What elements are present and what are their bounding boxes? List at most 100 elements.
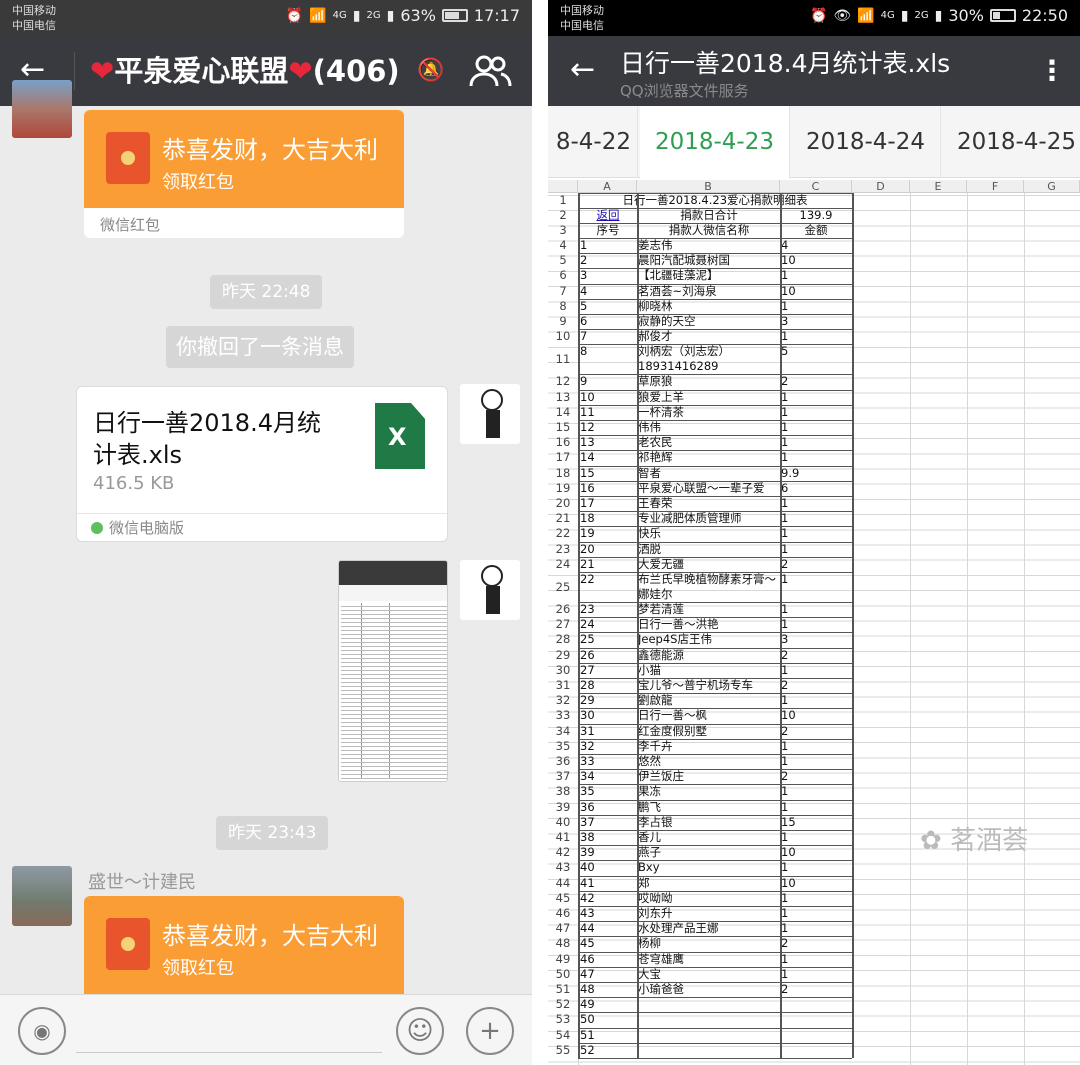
tab-sheet[interactable]: 8-4-22 (548, 106, 638, 178)
avatar[interactable] (12, 80, 72, 138)
row-border (578, 708, 852, 710)
spreadsheet[interactable]: A B C D E F G 日行一善2018.4.23爱心捐款明细表 1 2 返… (548, 180, 1080, 1065)
row-border (578, 936, 852, 938)
tab-sheet-active[interactable]: 2018-4-23 (640, 106, 790, 178)
people-icon[interactable] (468, 54, 512, 88)
row-border (578, 556, 852, 558)
row-border (578, 298, 852, 300)
row-border (578, 1058, 852, 1059)
battery-percent: 63% (400, 6, 436, 25)
row-number: 17 (555, 450, 571, 465)
col-header[interactable]: D (852, 180, 910, 193)
status-right: ⏰ 👁 📶 4G ▮ 2G ▮ 30% 22:50 (810, 6, 1068, 25)
cell-amount: 10 (781, 708, 796, 723)
cell-donor-name: 伊兰饭庄 (638, 769, 684, 784)
eye-icon: 👁 (833, 7, 852, 24)
cell-index: 48 (580, 982, 595, 996)
table-border (780, 193, 782, 1058)
heart-icon: ❤ (90, 54, 115, 88)
return-link[interactable]: 返回 (580, 208, 636, 222)
tab-sheet[interactable]: 2018-4-25 (942, 106, 1080, 178)
avatar[interactable] (460, 560, 520, 620)
table-row: 42 39 燕子 10 (548, 845, 852, 860)
cell-amount: 1 (781, 738, 789, 753)
cell-donor-name: 草原狼 (638, 374, 673, 389)
table-row: 54 51 (548, 1028, 852, 1043)
plus-icon[interactable]: + (466, 1007, 514, 1055)
row-border (578, 875, 852, 877)
row-border (578, 1027, 852, 1029)
row-border (578, 193, 852, 194)
cell-amount: 3 (781, 632, 789, 647)
file-message[interactable]: 日行一善2018.4月统计表.xls 416.5 KB X 微信电脑版 (76, 386, 448, 542)
cell-index: 33 (580, 754, 595, 768)
cell-donor-name: Jeep4S店王伟 (638, 632, 712, 647)
row-number: 19 (555, 480, 571, 495)
cell-donor-name: 香儿 (638, 830, 661, 844)
cell-index: 35 (580, 784, 595, 799)
col-header[interactable]: G (1024, 180, 1080, 193)
cell-index: 9 (580, 374, 588, 389)
cell-donor-name: 水处理产品王娜 (638, 921, 719, 936)
battery-percent: 30% (948, 6, 984, 25)
carrier-1: 中国移动 (560, 4, 604, 17)
row-number: 50 (555, 966, 571, 981)
table-row: 36 33 悠然 1 (548, 754, 852, 769)
cell-amount: 1 (781, 420, 789, 434)
red-packet-message[interactable]: 恭喜发财，大吉大利 领取红包 微信红包 (84, 110, 404, 238)
table-row: 10 7 郝俊才 1 (548, 329, 852, 344)
cell-donor-name: 梦若清莲 (638, 602, 684, 616)
voice-icon[interactable]: ◉ (18, 1007, 66, 1055)
table-row: 22 19 快乐 1 (548, 526, 852, 541)
row-header: 1 (548, 193, 852, 208)
cell-index: 38 (580, 830, 595, 844)
cell-index: 21 (580, 556, 595, 571)
table-row: 23 20 洒脱 1 (548, 542, 852, 557)
col-header[interactable]: A (578, 180, 637, 193)
cell-donor-name: 伟伟 (638, 420, 661, 434)
col-header[interactable]: F (967, 180, 1024, 193)
col-header[interactable]: E (910, 180, 967, 193)
row-number: 25 (555, 580, 571, 594)
cell-donor-name: 【北疆硅藻泥】 (638, 268, 719, 283)
bell-off-icon: 🔕 (417, 58, 445, 83)
cell-index: 17 (580, 496, 595, 510)
col-header[interactable]: B (637, 180, 780, 193)
cell-index: 11 (580, 404, 595, 419)
emoji-icon[interactable]: ☺ (396, 1007, 444, 1055)
row-number: 22 (555, 526, 571, 541)
cell-amount: 1 (781, 329, 789, 344)
row-number: 52 (555, 997, 571, 1012)
table-row: 7 4 茗酒荟~刘海泉 10 (548, 284, 852, 299)
cell-index: 5 (580, 298, 588, 313)
tab-sheet[interactable]: 2018-4-24 (791, 106, 941, 178)
row-border (578, 223, 852, 224)
row-border (578, 450, 852, 452)
avatar[interactable] (460, 384, 520, 444)
cell-donor-name: 智者 (638, 465, 661, 480)
carrier-labels: 中国移动 中国电信 (560, 3, 604, 33)
cell-index: 34 (580, 769, 595, 784)
row-number: 24 (555, 556, 571, 571)
table-row: 15 12 伟伟 1 (548, 420, 852, 435)
cell-amount: 1 (781, 906, 789, 920)
row-number: 46 (555, 906, 571, 920)
col-line (967, 193, 968, 1065)
status-right: ⏰ 📶 4G ▮ 2G ▮ 63% 17:17 (286, 6, 520, 25)
row-border (578, 982, 852, 983)
avatar[interactable] (12, 866, 72, 926)
text-input[interactable] (76, 1052, 382, 1053)
col-header[interactable]: C (780, 180, 852, 193)
row-number: 35 (555, 738, 571, 753)
cell-amount: 1 (781, 450, 789, 465)
more-vert-icon[interactable]: ⋮ (1038, 54, 1066, 87)
screenshot-image-message[interactable] (338, 560, 448, 782)
thumb-tabs (339, 585, 447, 601)
back-arrow-icon[interactable]: ← (570, 50, 595, 90)
row-border (578, 951, 852, 953)
group-name: 平泉爱心联盟 (114, 54, 289, 88)
row-border (578, 921, 852, 923)
red-packet-title: 恭喜发财，大吉大利 (162, 922, 378, 950)
table-row: 28 25 Jeep4S店王伟 3 (548, 632, 852, 647)
table-row: 16 13 老农民 1 (548, 435, 852, 450)
